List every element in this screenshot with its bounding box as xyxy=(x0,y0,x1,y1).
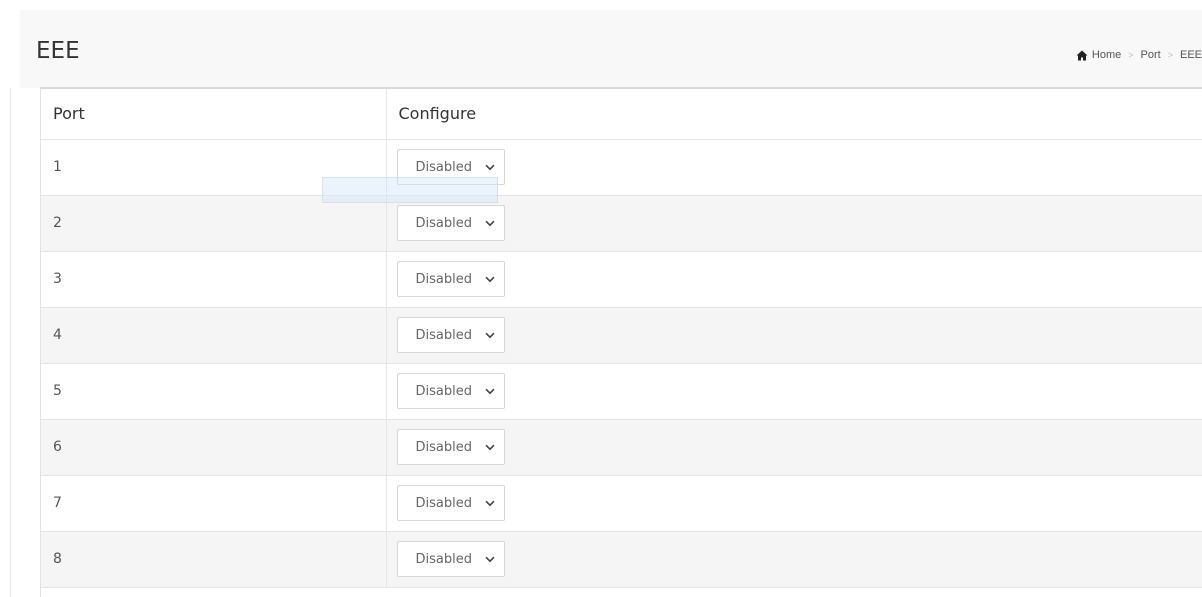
left-divider xyxy=(10,88,11,597)
table-row: 3 Disabled xyxy=(41,251,1202,308)
breadcrumb-current: EEE xyxy=(1179,49,1202,61)
eee-configure-select[interactable]: Disabled xyxy=(396,541,505,577)
configure-cell: Disabled xyxy=(386,139,1202,196)
breadcrumb-home[interactable]: Home xyxy=(1092,49,1121,61)
eee-configure-select[interactable]: Disabled xyxy=(396,205,505,241)
header-band xyxy=(20,10,1202,88)
breadcrumb-separator: > xyxy=(1128,50,1134,60)
column-header-configure: Configure xyxy=(386,89,1202,140)
breadcrumb-separator: > xyxy=(1167,50,1173,60)
port-number-cell: 3 xyxy=(41,251,387,308)
configure-cell: Disabled xyxy=(386,531,1202,588)
page-title: EEE xyxy=(36,38,80,64)
table-row: 6 Disabled xyxy=(41,419,1202,476)
select-value: Disabled xyxy=(415,551,472,567)
port-number-cell: 6 xyxy=(41,419,387,476)
configure-cell: Disabled xyxy=(386,419,1202,476)
chevron-down-icon xyxy=(484,164,495,170)
port-number-cell: 4 xyxy=(41,307,387,364)
chevron-down-icon xyxy=(484,444,495,450)
port-number-cell: 2 xyxy=(41,195,387,252)
configure-cell: Disabled xyxy=(386,363,1202,420)
configure-cell: Disabled xyxy=(386,195,1202,252)
table-row: 5 Disabled xyxy=(41,363,1202,420)
page: EEE Home > Port > EEE Port Configure 1 Di… xyxy=(0,0,1202,597)
eee-configure-select[interactable]: Disabled xyxy=(396,149,505,185)
select-value: Disabled xyxy=(415,327,472,343)
eee-configure-select[interactable]: Disabled xyxy=(396,261,505,297)
select-value: Disabled xyxy=(415,383,472,399)
configure-cell: Disabled xyxy=(386,251,1202,308)
configure-cell: Disabled xyxy=(386,475,1202,532)
select-value: Disabled xyxy=(415,159,472,175)
select-value: Disabled xyxy=(415,215,472,231)
port-number-cell: 5 xyxy=(41,363,387,420)
chevron-down-icon xyxy=(484,276,495,282)
table-row: 1 Disabled xyxy=(41,139,1202,196)
eee-configure-select[interactable]: Disabled xyxy=(396,429,505,465)
table-header-row: Port Configure xyxy=(41,89,1202,140)
table-row: 7 Disabled xyxy=(41,475,1202,532)
select-value: Disabled xyxy=(415,271,472,287)
port-number-cell: 1 xyxy=(41,139,387,196)
breadcrumb: Home > Port > EEE xyxy=(1076,49,1202,61)
table-body: 1 Disabled 2 Disabled 3 Disabled 4 Disabled 5 Dis… xyxy=(41,139,1202,588)
eee-configure-select[interactable]: Disabled xyxy=(396,317,505,353)
select-value: Disabled xyxy=(415,439,472,455)
port-number-cell: 7 xyxy=(41,475,387,532)
eee-configure-select[interactable]: Disabled xyxy=(396,373,505,409)
eee-table: Port Configure 1 Disabled 2 Disabled 3 Disabl… xyxy=(41,89,1202,588)
home-icon[interactable] xyxy=(1076,50,1088,61)
select-value: Disabled xyxy=(415,495,472,511)
column-header-port: Port xyxy=(41,89,387,140)
chevron-down-icon xyxy=(484,500,495,506)
table-row: 4 Disabled xyxy=(41,307,1202,364)
port-number-cell: 8 xyxy=(41,531,387,588)
chevron-down-icon xyxy=(484,556,495,562)
configure-cell: Disabled xyxy=(386,307,1202,364)
eee-configure-select[interactable]: Disabled xyxy=(396,485,505,521)
chevron-down-icon xyxy=(484,388,495,394)
chevron-down-icon xyxy=(484,220,495,226)
table-row: 8 Disabled xyxy=(41,531,1202,588)
breadcrumb-port[interactable]: Port xyxy=(1141,49,1161,61)
chevron-down-icon xyxy=(484,332,495,338)
table-row: 2 Disabled xyxy=(41,195,1202,252)
eee-table-container: Port Configure 1 Disabled 2 Disabled 3 Disabl… xyxy=(40,87,1202,597)
